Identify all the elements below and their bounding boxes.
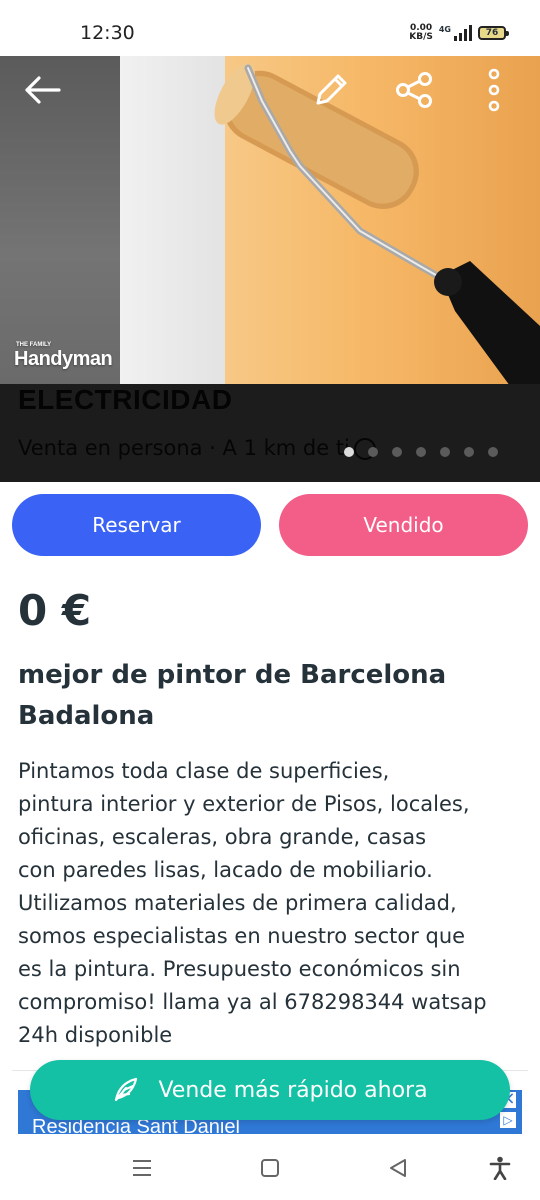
more-options-icon[interactable] [470, 66, 518, 114]
category-title: ELECTRICIDAD [18, 384, 233, 415]
status-time: 12:30 [80, 22, 135, 44]
carousel-dot[interactable] [392, 447, 402, 457]
image-overlay: ELECTRICIDAD Venta en persona · A 1 km d… [0, 384, 540, 482]
recent-apps-icon[interactable] [126, 1152, 158, 1184]
listing-image-carousel[interactable]: THE FAMILY Handyman ELECTRICIDAD Venta e… [0, 56, 540, 482]
image-watermark-small: THE FAMILY [16, 342, 52, 348]
back-nav-icon[interactable] [382, 1152, 414, 1184]
carousel-dot[interactable] [488, 447, 498, 457]
carousel-dot[interactable] [464, 447, 474, 457]
accessibility-icon[interactable] [484, 1152, 516, 1184]
image-watermark-text: Handyman [14, 348, 113, 370]
feather-icon [115, 1077, 138, 1102]
ad-info-icon[interactable]: ▷ [500, 1112, 516, 1128]
delivery-info-text: Venta en persona · A 1 km de ti [18, 436, 350, 460]
battery-icon: 76 [478, 26, 509, 40]
share-icon[interactable] [390, 66, 438, 114]
network-speed: 0.00 KB/S [409, 24, 433, 42]
carousel-dot[interactable] [440, 447, 450, 457]
network-type: 4G [438, 25, 451, 34]
home-icon[interactable] [254, 1152, 286, 1184]
system-navigation-bar [0, 1134, 540, 1200]
carousel-dot[interactable] [368, 447, 378, 457]
paint-roller-illustration [214, 63, 540, 386]
sell-faster-button[interactable]: Vende más rápido ahora [30, 1060, 510, 1120]
status-bar: 12:30 0.00 KB/S 4G 76 [0, 0, 540, 56]
edit-icon[interactable] [306, 66, 354, 114]
listing-description: Pintamos toda clase de superficies, pint… [18, 759, 487, 1047]
status-indicators: 0.00 KB/S 4G 76 [409, 24, 509, 42]
network-speed-unit: KB/S [409, 32, 433, 42]
back-icon[interactable] [18, 66, 66, 114]
carousel-dot[interactable] [344, 447, 354, 457]
sell-faster-label: Vende más rápido ahora [158, 1077, 428, 1103]
signal-icon: 4G [439, 25, 472, 41]
listing-title: mejor de pintor de Barcelona Badalona [18, 660, 447, 731]
carousel-dot[interactable] [416, 447, 426, 457]
image-watermark: THE FAMILY Handyman [14, 342, 113, 371]
delivery-info: Venta en persona · A 1 km de ti [18, 436, 376, 460]
carousel-indicator [344, 447, 498, 457]
reserve-button[interactable]: Reservar [12, 494, 261, 556]
listing-price: 0 € [18, 586, 92, 635]
sold-button[interactable]: Vendido [279, 494, 528, 556]
